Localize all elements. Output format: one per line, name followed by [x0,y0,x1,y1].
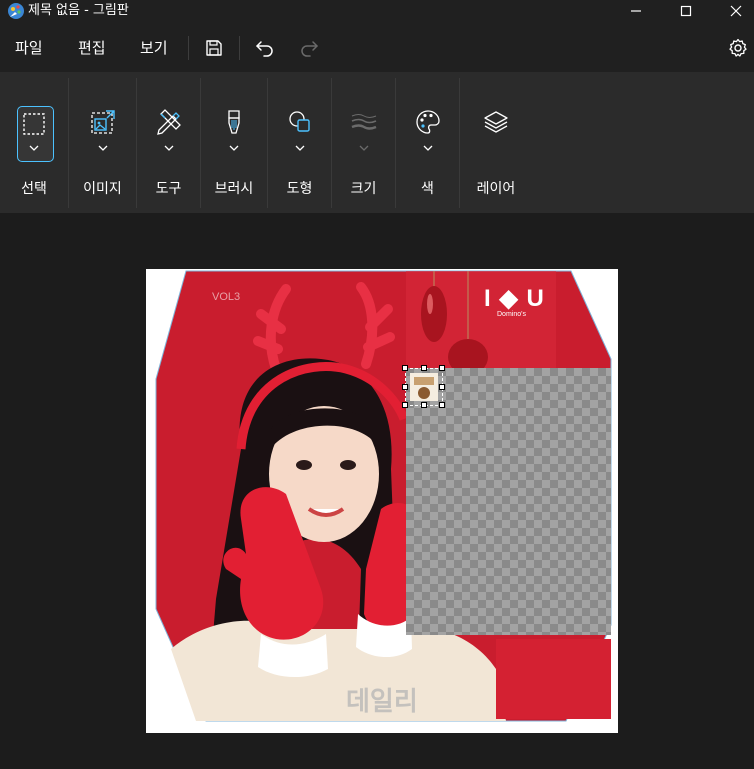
close-icon [730,5,742,17]
chevron-down-icon [295,145,304,151]
resize-handle[interactable] [439,365,445,371]
resize-handle[interactable] [402,384,408,390]
resize-handle[interactable] [421,402,427,408]
paint-palette-icon [8,3,24,19]
group-shapes[interactable]: 도형 [268,76,331,209]
toolbar-ribbon: 선택 이미지 도구 브러시 도형 크기 색 레이어 [0,72,754,213]
settings-icon [729,38,747,57]
image-text-vol: VOL3 [212,291,241,303]
resize-handle[interactable] [439,402,445,408]
group-label: 레이어 [476,181,516,197]
group-label: 색 [421,181,434,197]
color-palette-icon [410,104,446,140]
close-button[interactable] [712,0,754,22]
group-tools[interactable]: 도구 [137,76,200,209]
chevron-down-icon [229,145,239,151]
group-label: 이미지 [83,181,122,197]
group-label: 도구 [155,181,182,197]
chevron-down-icon [359,145,368,151]
group-size[interactable]: 크기 [332,76,395,209]
resize-handle[interactable] [402,365,408,371]
undo-icon [256,41,273,57]
layers-icon [478,104,514,140]
image-resize-icon [85,104,121,140]
chevron-down-icon [29,145,39,151]
group-label: 크기 [350,181,377,197]
menu-edit[interactable]: 편집 [78,38,106,58]
group-selection[interactable]: 선택 [0,76,68,209]
menu-divider [239,36,240,60]
menu-view[interactable]: 보기 [140,38,168,58]
group-colors[interactable]: 색 [396,76,459,209]
transparent-selection-area[interactable] [406,368,611,635]
image-text-brand-sub: Domino's [497,311,526,318]
pasted-thumbnail [410,373,438,401]
group-layers[interactable]: 레이어 [460,76,532,209]
maximize-icon [680,5,692,17]
save-button[interactable] [201,35,227,61]
redo-button[interactable] [296,35,322,61]
maximize-button[interactable] [662,0,710,22]
resize-handle[interactable] [439,384,445,390]
stroke-size-icon [346,104,382,140]
save-icon [206,40,222,56]
group-brushes[interactable]: 브러시 [201,76,267,209]
menu-file[interactable]: 파일 [15,38,43,58]
title-bar: 제목 없음 - 그림판 [0,0,754,22]
settings-button[interactable] [725,35,751,61]
undo-button[interactable] [252,35,278,61]
redo-icon [301,41,318,57]
resize-handle[interactable] [421,365,427,371]
chevron-down-icon [164,145,173,151]
selection-rectangle-icon [16,106,52,142]
menu-bar: 파일 편집 보기 [0,22,754,72]
brush-icon [216,104,252,140]
resize-handle[interactable] [402,402,408,408]
group-label: 도형 [286,181,313,197]
minimize-button[interactable] [612,0,660,22]
selected-object[interactable] [402,365,445,408]
image-watermark: 데일리 [346,687,418,717]
shapes-icon [282,104,318,140]
menu-divider [188,36,189,60]
drawing-canvas[interactable]: VOL3 I ◆ U Domino's 데일리 [146,269,618,733]
window-title: 제목 없음 - 그림판 [28,3,129,18]
chevron-down-icon [98,145,107,151]
group-image[interactable]: 이미지 [69,76,136,209]
chevron-down-icon [423,145,432,151]
image-text-brand: I ◆ U [484,285,545,312]
group-label: 선택 [21,181,47,197]
group-label: 브러시 [214,181,254,197]
minimize-icon [631,10,641,12]
pencil-eraser-icon [151,104,187,140]
